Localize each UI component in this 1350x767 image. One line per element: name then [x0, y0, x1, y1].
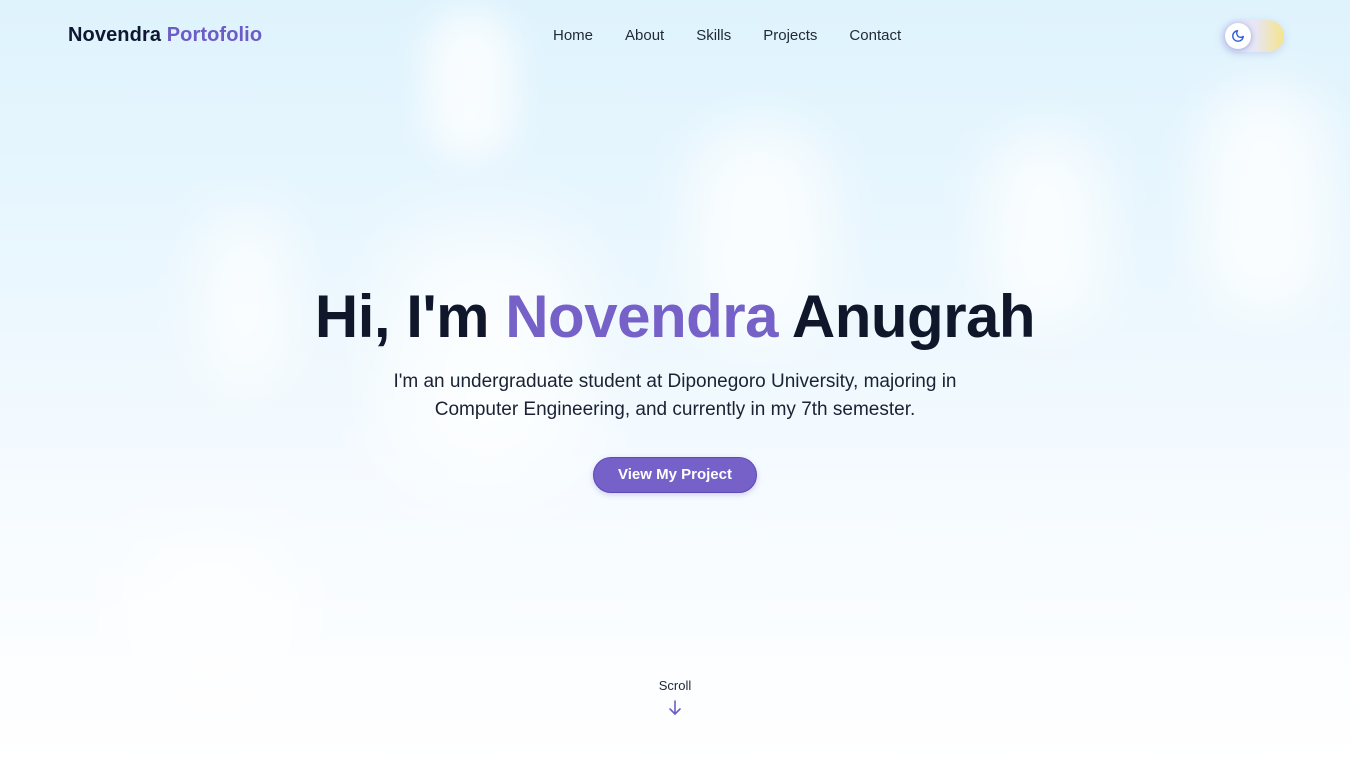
hero-last-name: Anugrah	[791, 283, 1036, 350]
toggle-knob	[1225, 23, 1251, 49]
arrow-down-icon	[669, 700, 681, 715]
site-header: Novendra Portofolio Home About Skills Pr…	[0, 0, 1350, 74]
hero-description: I'm an undergraduate student at Diponego…	[393, 371, 957, 420]
moon-icon	[1232, 30, 1244, 42]
hero-greeting: Hi, I'm	[314, 283, 490, 350]
hero-first-name: Novendra	[505, 283, 778, 350]
site-logo[interactable]: Novendra Portofolio	[68, 24, 262, 47]
view-project-button[interactable]: View My Project	[593, 457, 757, 493]
nav-skills[interactable]: Skills	[696, 27, 731, 44]
hero-title: Hi, I'm Novendra Anugrah	[0, 280, 1350, 354]
nav-contact[interactable]: Contact	[849, 27, 901, 44]
logo-accent: Portofolio	[166, 24, 263, 46]
nav-about[interactable]: About	[625, 27, 664, 44]
scroll-label: Scroll	[658, 678, 692, 693]
main-nav: Home About Skills Projects Contact	[553, 27, 901, 44]
nav-home[interactable]: Home	[553, 27, 593, 44]
nav-projects[interactable]: Projects	[763, 27, 817, 44]
hero-section: Hi, I'm Novendra Anugrah I'm an undergra…	[0, 280, 1350, 493]
scroll-indicator[interactable]: Scroll	[0, 678, 1350, 717]
theme-toggle[interactable]	[1222, 20, 1284, 52]
logo-name: Novendra	[68, 24, 162, 46]
